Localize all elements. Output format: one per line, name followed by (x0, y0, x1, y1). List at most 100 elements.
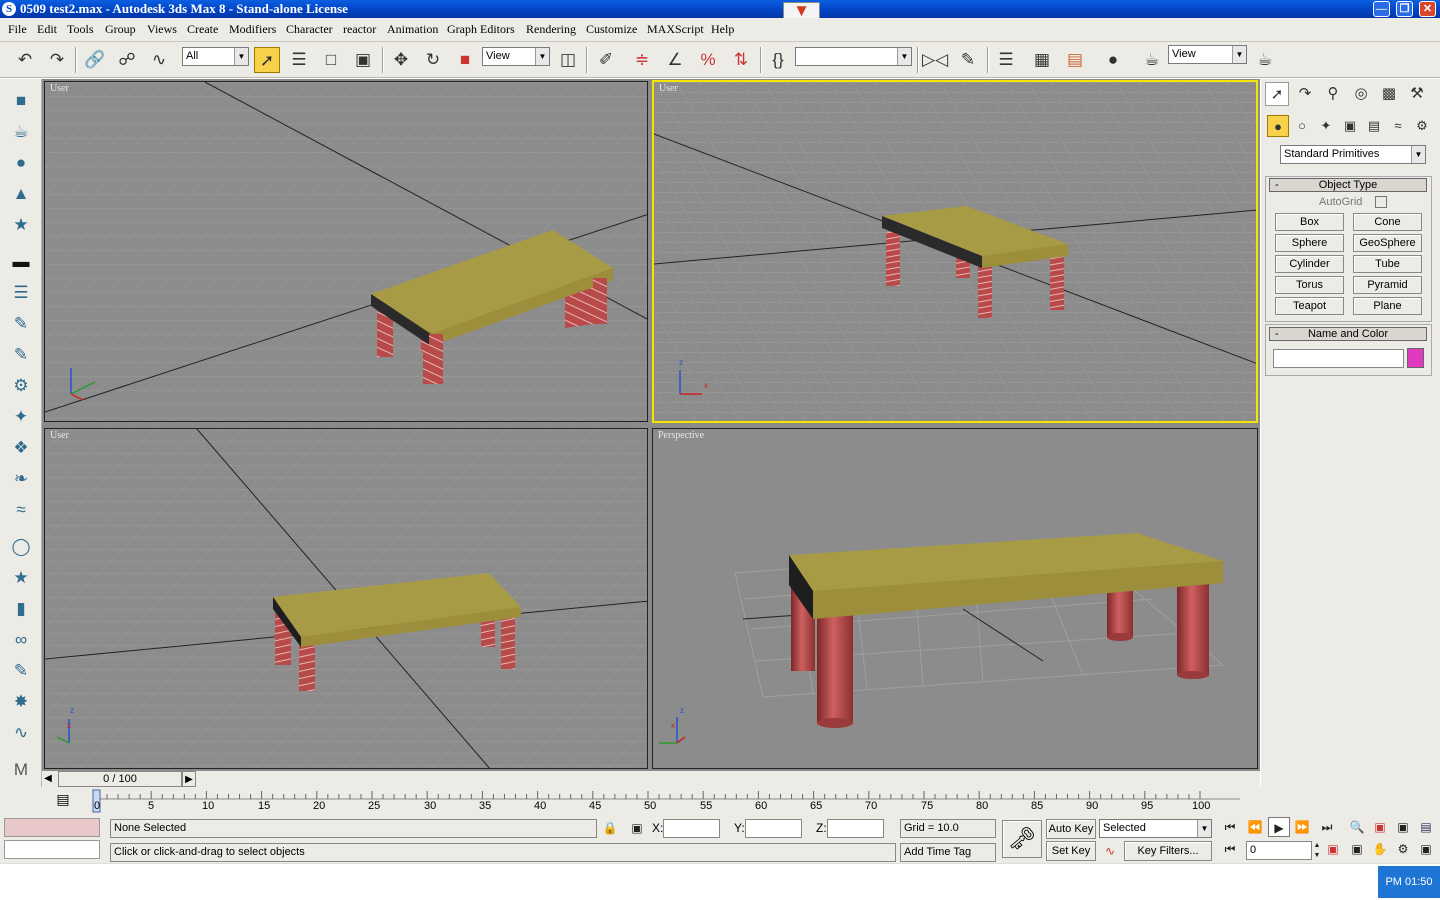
wave-icon[interactable]: ∿ (8, 721, 34, 745)
cylinder-button[interactable]: Cylinder (1275, 255, 1344, 273)
maxscript-icon[interactable]: M (8, 758, 34, 782)
biped-icon[interactable]: ★ (8, 566, 34, 590)
gear-icon[interactable]: ⚙ (8, 374, 34, 398)
teapot-icon[interactable]: ☕ (8, 120, 34, 144)
mirror-icon[interactable]: ▷◁ (922, 47, 948, 73)
menu-reactor[interactable]: reactor (343, 22, 376, 37)
category-dropdown[interactable]: Standard Primitives ▼ (1280, 145, 1426, 164)
teapot-button[interactable]: Teapot (1275, 297, 1344, 315)
current-frame-input[interactable]: 0 (1246, 841, 1312, 860)
sphere-icon[interactable]: ● (8, 151, 34, 175)
motion-tab-icon[interactable]: ◎ (1349, 82, 1373, 106)
x-coordinate-input[interactable] (663, 819, 720, 838)
time-slider-thumb[interactable]: 0 / 100 (58, 771, 182, 787)
systems-icon[interactable]: ⚙ (1411, 115, 1433, 137)
menu-help[interactable]: Help (711, 22, 734, 37)
geosphere-button[interactable]: GeoSphere (1353, 234, 1422, 252)
viewport-label[interactable]: User (50, 430, 69, 441)
viewport-label[interactable]: User (50, 83, 69, 94)
redo-icon[interactable]: ↷ (44, 47, 70, 73)
shapes-icon[interactable]: ▬ (8, 250, 34, 274)
plane-button[interactable]: Plane (1353, 297, 1422, 315)
brush-icon[interactable]: ✎ (8, 343, 34, 367)
zoom-all-icon[interactable]: ▣ (1369, 817, 1391, 837)
bone-icon[interactable]: ▮ (8, 597, 34, 621)
menu-rendering[interactable]: Rendering (526, 22, 576, 37)
key-mode-dropdown[interactable]: Selected ▼ (1099, 819, 1212, 838)
bind-space-warp-icon[interactable]: ∿ (146, 47, 172, 73)
hierarchy-tab-icon[interactable]: ⚲ (1321, 82, 1345, 106)
orbit-icon[interactable]: ⚙ (1392, 839, 1414, 859)
go-to-end-icon[interactable]: ⏭ (1316, 817, 1338, 837)
menu-edit[interactable]: Edit (37, 22, 57, 37)
minimize-icon[interactable]: — (1373, 1, 1390, 17)
spinner-snap-icon[interactable]: ⇅ (728, 47, 754, 73)
display-tab-icon[interactable]: ▩ (1377, 82, 1401, 106)
curve-editor-icon[interactable]: ▦ (1029, 47, 1055, 73)
object-color-swatch[interactable] (1407, 348, 1424, 368)
pyramid-button[interactable]: Pyramid (1353, 276, 1422, 294)
menu-maxscript[interactable]: MAXScript (647, 22, 704, 37)
time-slider[interactable]: ◀ 0 / 100 ▶ (42, 771, 1260, 787)
cone-button[interactable]: Cone (1353, 213, 1422, 231)
waves-icon[interactable]: ≈ (8, 498, 34, 522)
edit-named-selection-icon[interactable]: {} (765, 47, 791, 73)
move-icon[interactable]: ✥ (388, 47, 414, 73)
lock-icon[interactable]: 🔒 (599, 818, 621, 838)
undo-icon[interactable]: ↶ (12, 47, 38, 73)
selection-filter-dropdown[interactable]: All ▼ (182, 47, 249, 66)
viewport-label[interactable]: User (659, 83, 678, 94)
pan-icon[interactable]: ✋ (1369, 839, 1391, 859)
render-type-dropdown[interactable]: View ▼ (1168, 45, 1247, 64)
menu-group[interactable]: Group (105, 22, 136, 37)
zoom-extents-all-icon[interactable]: ▤ (1415, 817, 1437, 837)
star-icon[interactable]: ★ (8, 213, 34, 237)
compound-icon[interactable]: ☰ (8, 281, 34, 305)
go-to-start-icon[interactable]: ⏮ (1219, 817, 1241, 837)
helper-icon[interactable]: ✦ (8, 405, 34, 429)
snaps-toggle-icon[interactable]: ≑ (629, 47, 655, 73)
menu-animation[interactable]: Animation (387, 22, 438, 37)
objects-icon[interactable]: ■ (8, 89, 34, 113)
track-bar[interactable]: ▤ 0 5 10 15 20 25 30 35 40 45 50 55 60 6… (0, 787, 1261, 815)
zoom-extents-icon[interactable]: ▣ (1392, 817, 1414, 837)
add-time-tag[interactable]: Add Time Tag (900, 843, 996, 862)
3ds-max-icon[interactable]: S (2, 2, 16, 16)
set-key-button[interactable]: Set Key (1046, 841, 1096, 861)
sphere-button[interactable]: Sphere (1275, 234, 1344, 252)
menu-character[interactable]: Character (286, 22, 333, 37)
default-tangent-icon[interactable]: ∿ (1099, 841, 1121, 861)
angle-snap-icon[interactable]: ∠ (662, 47, 688, 73)
menu-file[interactable]: File (8, 22, 27, 37)
key-mode-toggle-icon[interactable]: ⏮ (1219, 839, 1241, 859)
next-frame-icon[interactable]: ⏩ (1291, 817, 1313, 837)
previous-frame-icon[interactable]: ⏪ (1244, 817, 1266, 837)
select-object-icon[interactable]: ➚ (254, 47, 280, 73)
align-icon[interactable]: ✎ (955, 47, 981, 73)
menu-tools[interactable]: Tools (67, 22, 94, 37)
maxscript-listener-white[interactable] (4, 840, 100, 859)
rectangular-selection-icon[interactable]: □ (318, 47, 344, 73)
footstep-icon[interactable]: ✎ (8, 659, 34, 683)
material-editor-icon[interactable]: ● (1100, 47, 1126, 73)
quick-render-icon[interactable]: ☕ (1252, 47, 1278, 73)
play-icon[interactable]: ▶ (1268, 817, 1290, 837)
menu-modifiers[interactable]: Modifiers (229, 22, 276, 37)
frame-spinner-icon[interactable]: ▲ ▼ (1312, 841, 1322, 861)
percent-snap-icon[interactable]: % (695, 47, 721, 73)
menu-customize[interactable]: Customize (586, 22, 637, 37)
restore-icon[interactable]: ❐ (1396, 1, 1413, 17)
menu-views[interactable]: Views (147, 22, 177, 37)
viewport-user-bottom-left[interactable]: User z x (44, 428, 648, 769)
rotate-icon[interactable]: ↻ (420, 47, 446, 73)
lights-icon[interactable]: ✦ (1315, 115, 1337, 137)
light-icon[interactable]: ▲ (8, 182, 34, 206)
manipulate-icon[interactable]: ✐ (593, 47, 619, 73)
absolute-mode-icon[interactable]: ▣ (626, 818, 648, 838)
maxscript-listener-pink[interactable] (4, 818, 100, 837)
zoom-icon[interactable]: 🔍 (1346, 817, 1368, 837)
chevron-left-icon[interactable]: ◀ (42, 771, 54, 787)
pivot-center-icon[interactable]: ◫ (555, 47, 581, 73)
bird-icon[interactable]: ❖ (8, 436, 34, 460)
ring-icon[interactable]: ◯ (8, 535, 34, 559)
